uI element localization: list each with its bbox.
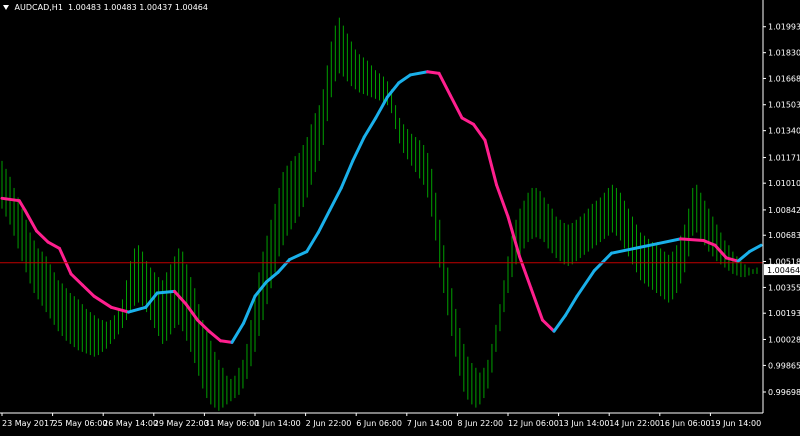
price-chart[interactable]: 1.01993 1.01830 1.01668 1.01503 1.01340 1.011… xyxy=(0,0,800,432)
y-tick-label: 1.00683 xyxy=(768,231,800,240)
trend-segment xyxy=(362,116,378,139)
trend-segment xyxy=(472,122,487,142)
y-tick-label: 1.00028 xyxy=(768,335,800,344)
x-tick-label: 19 Jun 14:00 xyxy=(710,419,761,428)
y-tick-label: 1.01503 xyxy=(768,101,800,110)
trend-segment xyxy=(426,70,441,75)
y-tick-label: 1.01668 xyxy=(768,74,800,83)
trend-segment xyxy=(58,246,73,276)
chart-header: AUDCAD,H1 1.00483 1.00483 1.00437 1.0046… xyxy=(3,3,208,12)
trend-segment xyxy=(92,294,113,309)
trend-segment xyxy=(230,321,245,344)
trend-segment xyxy=(748,243,763,254)
x-tick-label: 2 Jun 22:00 xyxy=(306,419,352,428)
y-tick-label: 1.00842 xyxy=(768,206,800,215)
trend-segment xyxy=(316,208,332,235)
trend-segment xyxy=(397,73,412,85)
trend-segment xyxy=(328,186,343,212)
trend-segment xyxy=(506,215,521,258)
symbol-label: AUDCAD,H1 xyxy=(14,3,63,12)
trend-segment xyxy=(552,313,567,333)
current-price-label: 1.00464 xyxy=(767,266,800,275)
trend-segment xyxy=(518,254,533,290)
trend-segment xyxy=(184,302,199,322)
trend-segment xyxy=(155,289,176,295)
trend-segment xyxy=(541,318,556,333)
trend-segment xyxy=(0,196,21,203)
x-tick-label: 31 May 06:00 xyxy=(204,419,259,428)
trend-segment xyxy=(483,138,498,187)
triangle-down-icon[interactable] xyxy=(3,5,9,10)
trend-segment xyxy=(351,135,366,163)
trend-segment xyxy=(679,237,705,242)
trend-segment xyxy=(127,305,148,314)
x-tick-label: 6 Jun 06:00 xyxy=(356,419,402,428)
trend-segment xyxy=(385,81,401,99)
x-tick-label: 25 May 06:00 xyxy=(53,419,108,428)
trend-segment xyxy=(173,289,188,306)
trend-segment xyxy=(564,294,579,317)
trend-segment xyxy=(633,242,659,250)
x-tick-label: 1 Jun 14:00 xyxy=(255,419,301,428)
trend-segment xyxy=(288,250,309,262)
y-tick-label: 1.01340 xyxy=(768,127,800,136)
x-tick-label: 23 May 2017 xyxy=(2,419,54,428)
y-tick-label: 1.01171 xyxy=(768,154,800,163)
y-tick-label: 1.01830 xyxy=(768,49,800,58)
y-tick-label: 0.99865 xyxy=(768,361,800,370)
trend-segment xyxy=(460,116,475,126)
trend-segment xyxy=(144,291,159,309)
y-tick-label: 0.99698 xyxy=(768,388,800,397)
trend-segment xyxy=(242,294,257,325)
trend-segment xyxy=(495,183,510,219)
trend-segment xyxy=(219,339,234,344)
trend-segment xyxy=(207,329,222,343)
ohlc-readout: 1.00483 1.00483 1.00437 1.00464 xyxy=(68,3,208,12)
trend-segment xyxy=(736,250,751,263)
x-tick-label: 8 Jun 22:00 xyxy=(457,419,503,428)
trend-segment xyxy=(449,94,464,120)
x-tick-label: 13 Jun 14:00 xyxy=(559,419,610,428)
trend-segment xyxy=(408,70,429,77)
x-tick-label: 7 Jun 14:00 xyxy=(407,419,453,428)
trend-segment xyxy=(374,95,389,120)
y-tick-label: 1.01010 xyxy=(768,179,800,188)
trend-segment xyxy=(109,305,130,314)
x-tick-label: 16 Jun 06:00 xyxy=(660,419,711,428)
y-tick-label: 1.01993 xyxy=(768,23,800,32)
trend-segment xyxy=(575,269,596,298)
x-tick-label: 12 Jun 06:00 xyxy=(508,419,559,428)
x-tick-label: 14 Jun 22:00 xyxy=(609,419,660,428)
trend-segment xyxy=(265,270,280,284)
trend-segment xyxy=(725,256,740,263)
trend-segment xyxy=(253,280,268,298)
trend-segment xyxy=(35,229,50,244)
trend-segment xyxy=(656,237,682,246)
trend-segment xyxy=(437,71,452,98)
x-tick-label: 26 May 14:00 xyxy=(103,419,158,428)
x-tick-label: 29 May 22:00 xyxy=(154,419,209,428)
trend-segment xyxy=(69,272,84,287)
trend-segment xyxy=(46,240,61,250)
trend-segment xyxy=(339,159,355,190)
chart-container[interactable]: AUDCAD,H1 1.00483 1.00483 1.00437 1.0046… xyxy=(0,0,800,432)
trend-segment xyxy=(610,246,636,255)
trend-segment xyxy=(529,286,544,322)
trend-segment xyxy=(305,231,320,254)
trend-segment xyxy=(592,251,613,273)
trend-segment xyxy=(23,208,38,233)
trend-segment xyxy=(81,283,96,298)
y-tick-label: 1.00355 xyxy=(768,283,800,292)
y-tick-label: 1.00193 xyxy=(768,309,800,318)
trend-segment xyxy=(276,258,291,274)
